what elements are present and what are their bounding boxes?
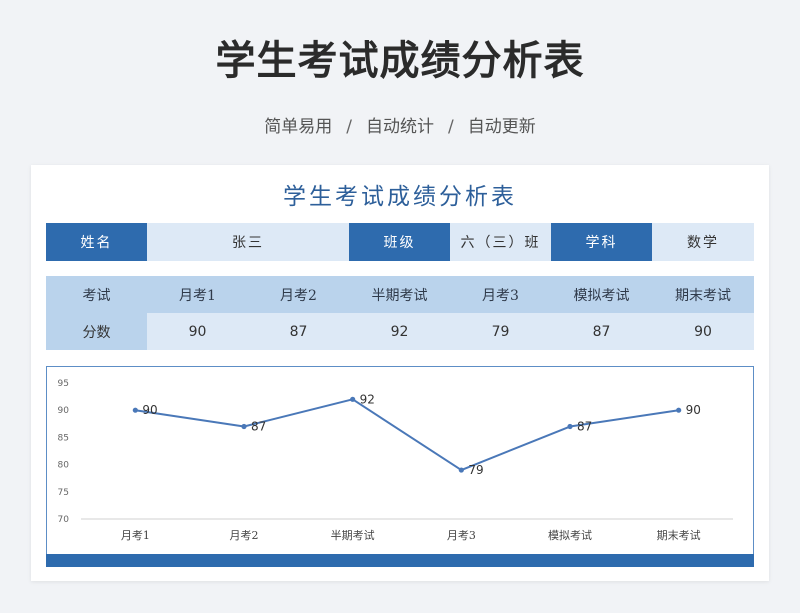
data-label: 90 [686,403,701,417]
student-info-row: 姓名 张三 班级 六（三）班 学科 数学 [46,223,754,261]
tag-auto-stats: 自动统计 [366,117,434,137]
y-tick-label: 85 [58,433,69,443]
exam-header-cell: 月考1 [179,287,216,304]
y-tick-label: 95 [58,379,69,389]
y-tick-label: 75 [58,488,69,498]
data-label: 87 [251,420,266,434]
y-tick-label: 70 [58,515,70,525]
score-cell[interactable]: 90 [147,313,248,350]
exam-header-cell: 月考3 [482,287,519,304]
subject-label: 学科 [551,223,652,261]
exam-header-row: 考试 月考1 月考2 半期考试 月考3 模拟考试 期末考试 [46,276,754,313]
score-cell[interactable]: 87 [248,313,349,350]
data-point [567,423,573,430]
score-row: 分数 90 87 92 79 87 90 [46,313,754,350]
data-label: 92 [360,392,375,406]
x-tick-label: 月考2 [230,529,259,542]
tag-separator: / [448,117,454,137]
data-label: 87 [577,420,592,434]
exam-row-label: 考试 [82,287,111,304]
x-tick-label: 月考1 [121,529,150,542]
score-cell[interactable]: 79 [450,313,551,350]
class-label: 班级 [349,223,450,261]
sheet-title: 学生考试成绩分析表 [283,184,517,210]
data-point [350,396,356,402]
tag-separator: / [346,117,352,137]
tag-easy: 简单易用 [264,117,333,137]
class-value[interactable]: 六（三）班 [450,223,551,261]
score-line-chart: 70 75 80 85 90 95 月考1 月考2 半期考试 月考3 模拟考试 期末考试 90 87 92 7… [46,366,754,567]
data-point [676,407,682,413]
data-point [132,407,138,413]
data-point [241,423,247,430]
subject-value[interactable]: 数学 [652,223,754,261]
name-value[interactable]: 张三 [147,223,349,261]
page-title: 学生考试成绩分析表 [215,38,585,84]
footer-bar [46,554,754,567]
score-row-label: 分数 [46,313,147,350]
score-sheet: 学生考试成绩分析表 姓名 张三 班级 六（三）班 学科 数学 考试 月考1 月考… [31,165,769,581]
score-cell[interactable]: 92 [349,313,450,350]
exam-header-cell: 模拟考试 [573,287,630,304]
x-tick-label: 月考3 [447,529,476,542]
x-tick-label: 期末考试 [657,528,701,542]
x-tick-label: 半期考试 [331,528,375,542]
tag-auto-update: 自动更新 [467,117,536,137]
exam-header-cell: 半期考试 [371,287,428,304]
data-label: 79 [468,463,483,477]
series-line [135,398,679,472]
feature-tags: 简单易用 / 自动统计 / 自动更新 [0,112,800,137]
chart-canvas: 70 75 80 85 90 95 月考1 月考2 半期考试 月考3 模拟考试 期末考试 90 87 92 7… [58,379,733,542]
y-tick-label: 80 [58,461,70,471]
score-cell[interactable]: 90 [652,313,754,350]
data-point [458,467,464,473]
data-label: 90 [142,403,157,417]
exam-header-cell: 月考2 [280,287,317,304]
score-cell[interactable]: 87 [551,313,652,350]
exam-header-cell: 期末考试 [675,287,731,304]
y-tick-label: 90 [58,406,70,416]
name-label: 姓名 [46,223,147,261]
x-tick-label: 模拟考试 [548,528,592,542]
